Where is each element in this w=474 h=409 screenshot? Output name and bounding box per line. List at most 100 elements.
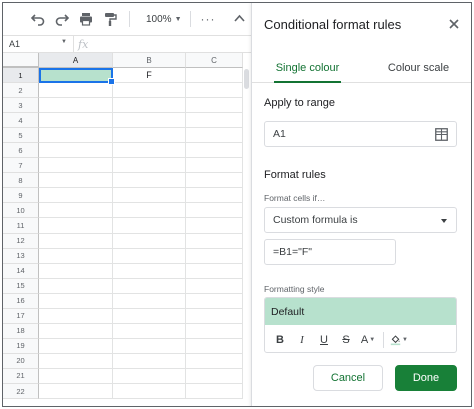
style-preview[interactable]: Default	[265, 298, 456, 325]
cell-b14[interactable]	[113, 263, 186, 279]
cell-a11[interactable]	[39, 218, 113, 234]
cell-b9[interactable]	[113, 188, 186, 204]
cell-a10[interactable]	[39, 203, 113, 219]
cell-a17[interactable]	[39, 308, 113, 324]
more-options-button[interactable]: ···	[201, 12, 216, 26]
row-header[interactable]: 18	[3, 323, 39, 339]
row-header[interactable]: 3	[3, 98, 39, 114]
column-header-b[interactable]: B	[113, 53, 186, 68]
cell-b22[interactable]	[113, 383, 186, 400]
row-header[interactable]: 20	[3, 353, 39, 369]
cell-b1[interactable]: F	[113, 68, 186, 84]
cell-c7[interactable]	[186, 158, 243, 174]
cell-c21[interactable]	[186, 368, 243, 384]
cell-c11[interactable]	[186, 218, 243, 234]
row-header[interactable]: 21	[3, 368, 39, 384]
row-header[interactable]: 19	[3, 338, 39, 354]
row-header[interactable]: 10	[3, 203, 39, 219]
cell-b21[interactable]	[113, 368, 186, 384]
redo-icon[interactable]	[51, 8, 73, 30]
row-header[interactable]: 1	[3, 68, 39, 84]
cell-a3[interactable]	[39, 98, 113, 114]
cell-c19[interactable]	[186, 338, 243, 354]
close-icon[interactable]	[447, 17, 461, 31]
column-header-c[interactable]: C	[186, 53, 243, 68]
cell-c4[interactable]	[186, 113, 243, 129]
cell-c10[interactable]	[186, 203, 243, 219]
undo-icon[interactable]	[27, 8, 49, 30]
column-header-a[interactable]: A	[39, 53, 113, 68]
cell-a14[interactable]	[39, 263, 113, 279]
cell-c14[interactable]	[186, 263, 243, 279]
paint-format-icon[interactable]	[99, 8, 121, 30]
cell-a6[interactable]	[39, 143, 113, 159]
underline-button[interactable]: U	[315, 331, 333, 349]
select-all-corner[interactable]	[3, 53, 39, 68]
cell-c8[interactable]	[186, 173, 243, 189]
cell-c22[interactable]	[186, 383, 243, 400]
zoom-select[interactable]: 100% ▼	[146, 14, 182, 25]
cell-b4[interactable]	[113, 113, 186, 129]
row-header[interactable]: 16	[3, 293, 39, 309]
cell-a21[interactable]	[39, 368, 113, 384]
cell-c15[interactable]	[186, 278, 243, 294]
cell-a18[interactable]	[39, 323, 113, 339]
cell-c12[interactable]	[186, 233, 243, 249]
cell-a2[interactable]	[39, 83, 113, 99]
cell-a13[interactable]	[39, 248, 113, 264]
cell-a15[interactable]	[39, 278, 113, 294]
cell-c16[interactable]	[186, 293, 243, 309]
row-header[interactable]: 11	[3, 218, 39, 234]
row-header[interactable]: 7	[3, 158, 39, 174]
cell-c2[interactable]	[186, 83, 243, 99]
text-color-button[interactable]: A ▼	[359, 331, 377, 349]
cell-b3[interactable]	[113, 98, 186, 114]
row-header[interactable]: 8	[3, 173, 39, 189]
select-range-icon[interactable]	[435, 128, 448, 141]
cell-b5[interactable]	[113, 128, 186, 144]
cell-c5[interactable]	[186, 128, 243, 144]
cell-a1[interactable]	[39, 68, 115, 86]
cell-b7[interactable]	[113, 158, 186, 174]
cell-b2[interactable]	[113, 83, 186, 99]
cell-b10[interactable]	[113, 203, 186, 219]
cell-b11[interactable]	[113, 218, 186, 234]
print-icon[interactable]	[75, 8, 97, 30]
cell-b6[interactable]	[113, 143, 186, 159]
row-header[interactable]: 12	[3, 233, 39, 249]
range-input[interactable]: A1	[264, 121, 457, 147]
cell-b15[interactable]	[113, 278, 186, 294]
fill-color-button[interactable]: ▼	[390, 331, 408, 349]
row-header[interactable]: 5	[3, 128, 39, 144]
cell-a12[interactable]	[39, 233, 113, 249]
cell-a4[interactable]	[39, 113, 113, 129]
cell-c9[interactable]	[186, 188, 243, 204]
strikethrough-button[interactable]: S	[337, 331, 355, 349]
cell-c20[interactable]	[186, 353, 243, 369]
cell-a5[interactable]	[39, 128, 113, 144]
cell-a9[interactable]	[39, 188, 113, 204]
custom-formula-input[interactable]: =B1="F"	[264, 239, 396, 265]
cell-b13[interactable]	[113, 248, 186, 264]
row-header[interactable]: 14	[3, 263, 39, 279]
cell-c17[interactable]	[186, 308, 243, 324]
cell-b19[interactable]	[113, 338, 186, 354]
cell-a22[interactable]	[39, 383, 113, 400]
cell-b8[interactable]	[113, 173, 186, 189]
row-header[interactable]: 15	[3, 278, 39, 294]
row-header[interactable]: 2	[3, 83, 39, 99]
chevron-up-icon[interactable]	[234, 11, 245, 25]
cell-a16[interactable]	[39, 293, 113, 309]
cell-b17[interactable]	[113, 308, 186, 324]
cell-c1[interactable]	[186, 68, 243, 84]
name-box[interactable]: A1 ▼	[3, 39, 73, 49]
cell-c13[interactable]	[186, 248, 243, 264]
row-header[interactable]: 17	[3, 308, 39, 324]
cancel-button[interactable]: Cancel	[313, 365, 383, 391]
cell-b18[interactable]	[113, 323, 186, 339]
tab-single-colour[interactable]: Single colour	[252, 53, 363, 83]
italic-button[interactable]: I	[293, 331, 311, 349]
row-header[interactable]: 13	[3, 248, 39, 264]
tab-colour-scale[interactable]: Colour scale	[363, 53, 471, 82]
cell-c18[interactable]	[186, 323, 243, 339]
